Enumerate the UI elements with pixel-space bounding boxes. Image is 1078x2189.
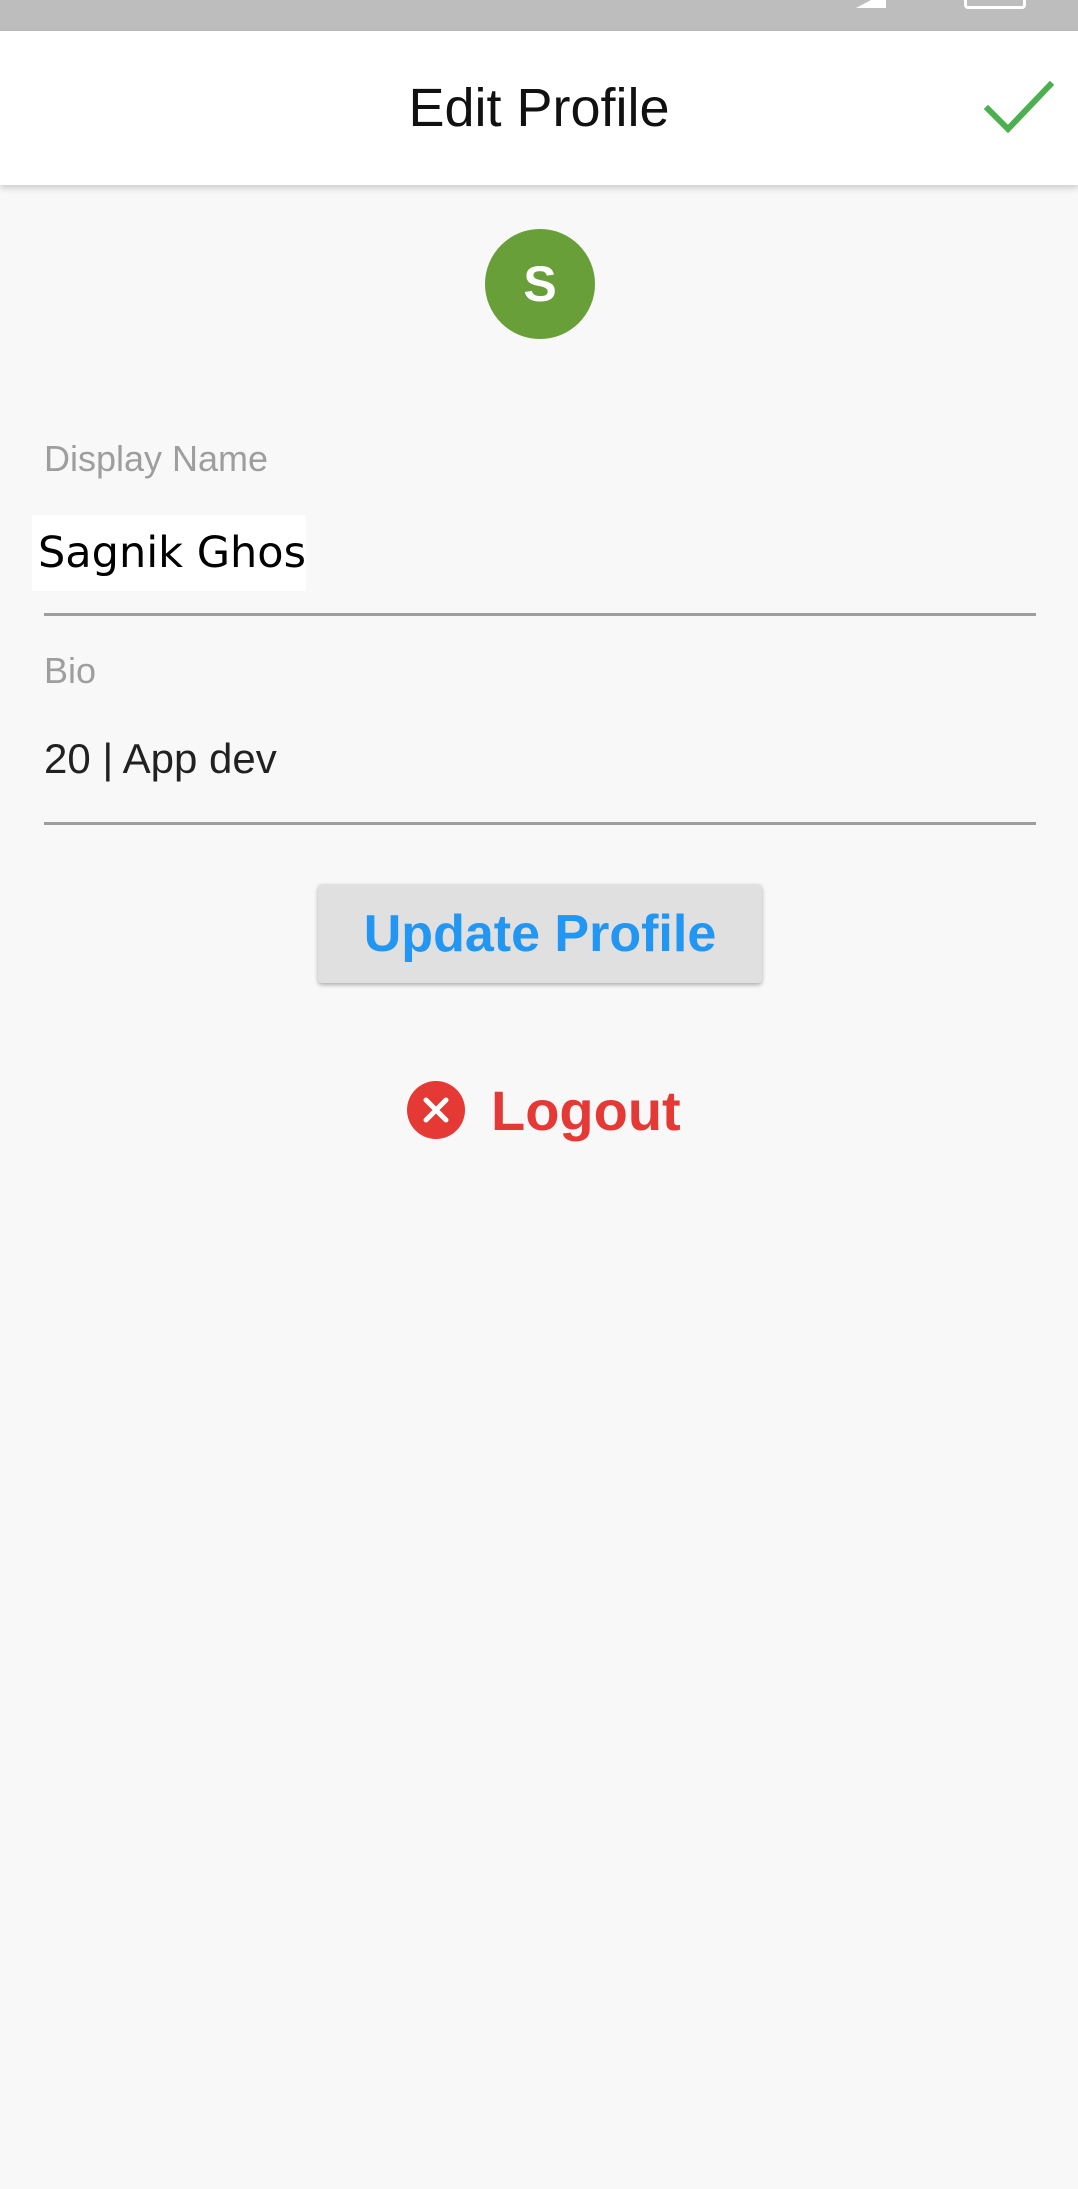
logout-button[interactable]: Logout — [407, 1075, 681, 1145]
bio-underline — [44, 822, 1036, 825]
display-name-label: Display Name — [44, 438, 269, 479]
display-name-input[interactable] — [32, 515, 306, 591]
display-name-field: Display Name — [32, 435, 1036, 616]
bio-field: Bio — [44, 647, 1036, 825]
status-bar: ​ — [0, 0, 1078, 31]
close-circle-icon — [407, 1081, 465, 1139]
page-title: Edit Profile — [408, 78, 670, 138]
bio-label: Bio — [44, 650, 97, 691]
logout-label: Logout — [491, 1078, 681, 1142]
battery-icon — [964, 0, 1026, 9]
avatar[interactable]: S — [485, 229, 595, 339]
status-icons — [856, 0, 1026, 12]
signal-icon — [856, 0, 886, 8]
bio-input[interactable] — [44, 731, 1036, 787]
update-profile-button[interactable]: Update Profile — [318, 884, 762, 983]
app-bar: Edit Profile — [0, 31, 1078, 185]
check-icon[interactable] — [983, 79, 1055, 139]
display-name-underline — [44, 613, 1036, 616]
